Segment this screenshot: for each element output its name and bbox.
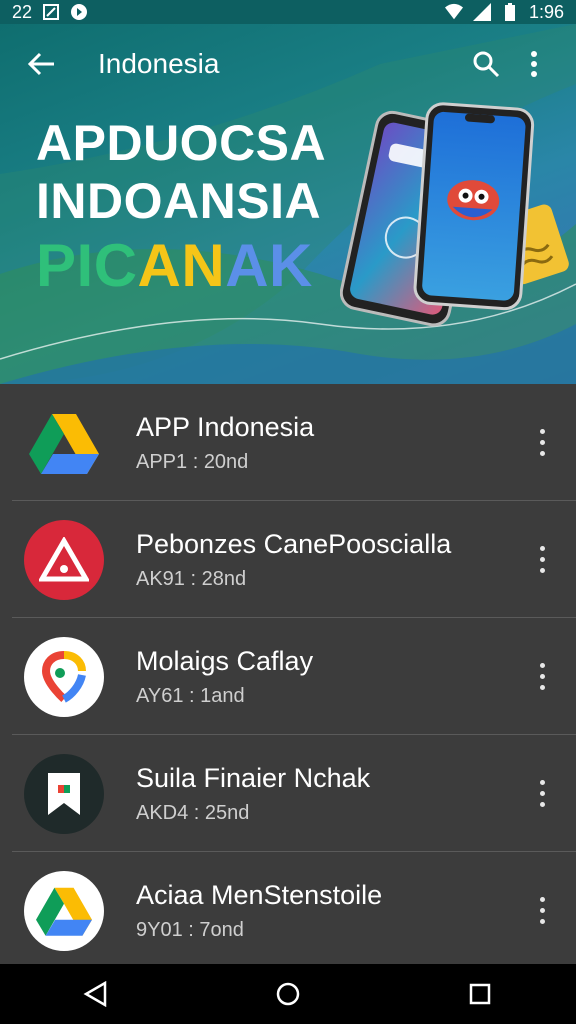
app-list: APP Indonesia APP1 : 20nd Pebonzes CaneP… <box>0 384 576 964</box>
notification-icon <box>71 4 88 20</box>
list-item[interactable]: Suila Finaier Nchak AKD4 : 25nd <box>0 735 576 852</box>
phones-illustration <box>340 102 569 327</box>
hero-line-3-part-2: AN <box>137 232 226 299</box>
app-bar: Indonesia <box>0 24 576 104</box>
status-time: 1:96 <box>528 1 564 22</box>
more-vert-icon <box>539 897 545 924</box>
item-title: Pebonzes CanePooscialla <box>136 528 452 559</box>
item-more-button[interactable] <box>518 413 566 473</box>
hero-banner: Indonesia APDUOCSA INDOANSIA PICANAK <box>0 24 576 384</box>
nav-back-button[interactable] <box>66 964 126 1024</box>
list-item[interactable]: Aciaa MenStenstoile 9Y01 : 7ond <box>0 852 576 964</box>
more-vert-icon <box>531 51 537 77</box>
more-vert-icon <box>539 663 545 690</box>
item-title: APP Indonesia <box>136 411 315 442</box>
more-vert-icon <box>539 780 545 807</box>
item-subtitle: APP1 : 20nd <box>136 450 249 473</box>
drive-circle-icon <box>24 870 104 951</box>
wifi-icon <box>444 3 463 20</box>
more-vert-icon <box>539 429 545 456</box>
item-title: Aciaa MenStenstoile <box>136 879 383 910</box>
signal-icon <box>472 3 491 21</box>
item-title: Molaigs Caflay <box>136 645 314 676</box>
hero-line-2: INDOANSIA <box>36 173 322 229</box>
list-item[interactable]: Molaigs Caflay AY61 : 1and <box>0 618 576 735</box>
warning-triangle-icon <box>24 519 104 600</box>
edit-icon <box>43 4 60 20</box>
item-more-button[interactable] <box>518 881 566 941</box>
nav-recents-button[interactable] <box>450 964 510 1024</box>
hero-line-3-part-3: AK <box>225 232 313 299</box>
item-more-button[interactable] <box>518 530 566 590</box>
item-subtitle: 9Y01 : 7ond <box>136 918 244 941</box>
hero-line-3: PICANAK <box>36 230 356 302</box>
more-vert-icon <box>539 546 545 573</box>
item-subtitle: AY61 : 1and <box>136 684 245 707</box>
page-title: Indonesia <box>98 48 220 79</box>
maps-pin-icon <box>24 636 104 717</box>
circle-home-icon <box>276 982 300 1006</box>
drive-icon <box>24 403 104 483</box>
arrow-left-icon <box>27 52 54 76</box>
hero-line-3-part-1: PIC <box>36 232 138 299</box>
hero-line-1: APDUOCSA <box>36 115 327 171</box>
item-subtitle: AKD4 : 25nd <box>136 801 250 824</box>
nav-home-button[interactable] <box>258 964 318 1024</box>
back-button[interactable] <box>18 40 66 88</box>
triangle-back-icon <box>83 981 107 1007</box>
list-item[interactable]: APP Indonesia APP1 : 20nd <box>0 384 576 501</box>
item-more-button[interactable] <box>518 647 566 707</box>
square-recents-icon <box>469 983 491 1005</box>
system-nav-bar <box>0 964 576 1024</box>
status-time-left: 22 <box>12 1 33 22</box>
bookmark-icon <box>24 753 104 834</box>
hero-headline: APDUOCSA INDOANSIA PICANAK <box>36 114 356 302</box>
search-icon <box>473 51 500 78</box>
list-item[interactable]: Pebonzes CanePooscialla AK91 : 28nd <box>0 501 576 618</box>
item-more-button[interactable] <box>518 764 566 824</box>
battery-icon <box>504 3 515 21</box>
overflow-menu-button[interactable] <box>510 40 558 88</box>
search-button[interactable] <box>462 40 510 88</box>
item-title: Suila Finaier Nchak <box>136 762 371 793</box>
item-subtitle: AK91 : 28nd <box>136 567 247 590</box>
status-bar: 22 1:96 <box>0 0 576 24</box>
